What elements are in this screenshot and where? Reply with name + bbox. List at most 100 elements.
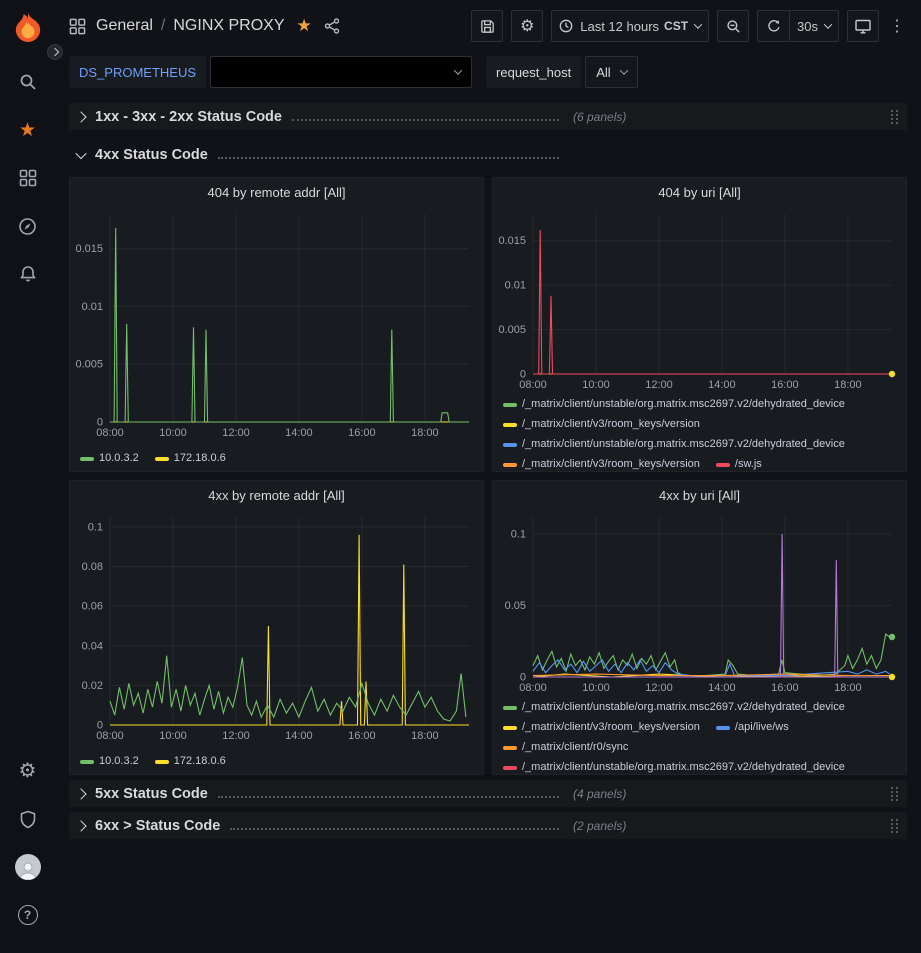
row-title: 5xx Status Code xyxy=(95,786,208,802)
save-dashboard-button[interactable] xyxy=(471,10,503,42)
chevron-down-icon xyxy=(454,66,462,74)
panel-grid: 404 by remote addr [All] 00.0050.010.015… xyxy=(69,177,907,775)
dashboards-icon[interactable] xyxy=(0,154,55,202)
refresh-interval-dropdown[interactable]: 30s xyxy=(789,10,839,42)
star-icon: ★ xyxy=(19,121,36,140)
sidebar-expand-button[interactable] xyxy=(47,44,63,60)
legend-swatch xyxy=(503,746,517,750)
legend-item[interactable]: 10.0.3.2 xyxy=(80,450,139,467)
row-title: 4xx Status Code xyxy=(95,147,208,163)
panel-title[interactable]: 4xx by uri [All] xyxy=(493,481,906,509)
legend-item[interactable]: 172.18.0.6 xyxy=(155,450,226,467)
svg-text:0.005: 0.005 xyxy=(75,359,103,371)
dashboard-row-5xx[interactable]: 5xx Status Code (4 panels) xyxy=(69,780,907,807)
legend-label: /_matrix/client/unstable/org.matrix.msc2… xyxy=(522,759,845,774)
breadcrumb-dashboard-title[interactable]: NGINX PROXY xyxy=(173,17,284,35)
legend-item[interactable]: /_matrix/client/unstable/org.matrix.msc2… xyxy=(503,699,845,716)
legend-item[interactable]: /api/live/ws xyxy=(716,719,789,736)
row-drag-handle[interactable] xyxy=(889,786,901,801)
refresh-control: 30s xyxy=(757,10,839,42)
dashboard-row-4xx[interactable]: 4xx Status Code xyxy=(69,141,907,168)
legend-item[interactable]: /_matrix/client/unstable/org.matrix.msc2… xyxy=(503,759,845,774)
svg-text:14:00: 14:00 xyxy=(285,427,313,439)
legend-swatch xyxy=(716,463,730,467)
alerting-bell-icon[interactable] xyxy=(0,250,55,298)
legend-label: /_matrix/client/r0/sync xyxy=(522,739,628,756)
legend-item[interactable]: /_matrix/client/v3/room_keys/version xyxy=(503,416,700,433)
legend-label: /_matrix/client/v3/room_keys/version xyxy=(522,456,700,471)
dashboard-toolbar: ⚙ Last 12 hours CST 30s xyxy=(471,10,907,42)
grafana-logo[interactable] xyxy=(11,10,45,44)
kebab-menu-icon[interactable]: ⋮ xyxy=(887,10,907,42)
clock-icon xyxy=(559,19,573,33)
dashboard-row-1xx-3xx-2xx[interactable]: 1xx - 3xx - 2xx Status Code (6 panels) xyxy=(69,103,907,130)
favorite-star-icon[interactable]: ★ xyxy=(297,16,312,36)
legend-item[interactable]: /_matrix/client/v3/room_keys/version xyxy=(503,456,700,471)
svg-text:08:00: 08:00 xyxy=(519,379,547,391)
svg-text:0.06: 0.06 xyxy=(82,601,103,613)
time-range-picker[interactable]: Last 12 hours CST xyxy=(551,10,709,42)
breadcrumb-folder[interactable]: General xyxy=(96,17,153,35)
refresh-button[interactable] xyxy=(757,10,789,42)
dashboard-settings-button[interactable]: ⚙ xyxy=(511,10,543,42)
zoom-out-time-button[interactable] xyxy=(717,10,749,42)
explore-compass-icon[interactable] xyxy=(0,202,55,250)
svg-text:0.1: 0.1 xyxy=(88,521,103,533)
share-icon[interactable] xyxy=(324,18,340,34)
row-drag-handle[interactable] xyxy=(889,818,901,833)
time-series-chart[interactable]: 00.050.108:0010:0012:0014:0016:0018:00 xyxy=(493,509,906,697)
user-avatar[interactable] xyxy=(0,843,55,891)
chart-legend: 10.0.3.2 172.18.0.6 xyxy=(70,751,483,774)
panel-title[interactable]: 404 by uri [All] xyxy=(493,178,906,206)
svg-text:10:00: 10:00 xyxy=(582,379,610,391)
svg-text:10:00: 10:00 xyxy=(582,682,610,694)
time-series-chart[interactable]: 00.0050.010.01508:0010:0012:0014:0016:00… xyxy=(493,206,906,394)
starred-dashboards-icon[interactable]: ★ xyxy=(0,106,55,154)
monitor-icon xyxy=(855,19,871,34)
legend-label: /_matrix/client/unstable/org.matrix.msc2… xyxy=(522,699,845,716)
panel-title[interactable]: 4xx by remote addr [All] xyxy=(70,481,483,509)
dashboard-canvas: 1xx - 3xx - 2xx Status Code (6 panels) 4… xyxy=(55,98,921,953)
svg-text:08:00: 08:00 xyxy=(96,730,124,742)
time-series-chart[interactable]: 00.0050.010.01508:0010:0012:0014:0016:00… xyxy=(70,206,483,442)
request-host-variable-value: All xyxy=(596,65,610,80)
help-icon[interactable]: ? xyxy=(0,891,55,939)
request-host-variable-label[interactable]: request_host xyxy=(486,56,581,88)
panel-404-by-remote-addr: 404 by remote addr [All] 00.0050.010.015… xyxy=(69,177,484,472)
legend-item[interactable]: /_matrix/client/unstable/org.matrix.msc2… xyxy=(503,396,845,413)
time-range-label: Last 12 hours xyxy=(580,19,659,34)
svg-text:0.01: 0.01 xyxy=(505,280,526,292)
legend-item[interactable]: /_matrix/client/r0/sync xyxy=(503,739,628,756)
legend-label: /api/live/ws xyxy=(735,719,789,736)
time-series-chart[interactable]: 00.020.040.060.080.108:0010:0012:0014:00… xyxy=(70,509,483,745)
legend-label: /_matrix/client/v3/room_keys/version xyxy=(522,719,700,736)
chevron-right-icon xyxy=(75,820,86,831)
configuration-gear-icon[interactable]: ⚙ xyxy=(0,747,55,795)
legend-item[interactable]: /_matrix/client/unstable/org.matrix.msc2… xyxy=(503,436,845,453)
svg-text:0.01: 0.01 xyxy=(82,301,103,313)
dashboard-row-6xx[interactable]: 6xx > Status Code (2 panels) xyxy=(69,812,907,839)
dotted-leader xyxy=(230,828,559,830)
row-drag-handle[interactable] xyxy=(889,109,901,124)
server-admin-shield-icon[interactable] xyxy=(0,795,55,843)
request-host-variable-select[interactable]: All xyxy=(585,56,637,88)
legend-swatch xyxy=(503,766,517,770)
datasource-variable-label[interactable]: DS_PROMETHEUS xyxy=(69,56,206,88)
svg-text:0.005: 0.005 xyxy=(498,324,526,336)
panel-4xx-by-uri: 4xx by uri [All] 00.050.108:0010:0012:00… xyxy=(492,480,907,775)
row-title: 6xx > Status Code xyxy=(95,818,220,834)
legend-swatch xyxy=(155,760,169,764)
sidebar-nav-bottom: ⚙ ? xyxy=(0,747,55,939)
svg-text:0.015: 0.015 xyxy=(75,243,103,255)
legend-item[interactable]: 10.0.3.2 xyxy=(80,753,139,770)
legend-item[interactable]: /sw.js xyxy=(716,456,762,471)
svg-text:0.08: 0.08 xyxy=(82,561,103,573)
kiosk-mode-button[interactable] xyxy=(847,10,879,42)
legend-item[interactable]: /_matrix/client/v3/room_keys/version xyxy=(503,719,700,736)
chevron-down-icon xyxy=(694,20,702,28)
datasource-variable-select[interactable] xyxy=(210,56,472,88)
svg-text:10:00: 10:00 xyxy=(159,427,187,439)
legend-item[interactable]: 172.18.0.6 xyxy=(155,753,226,770)
panel-title[interactable]: 404 by remote addr [All] xyxy=(70,178,483,206)
search-icon[interactable] xyxy=(0,58,55,106)
